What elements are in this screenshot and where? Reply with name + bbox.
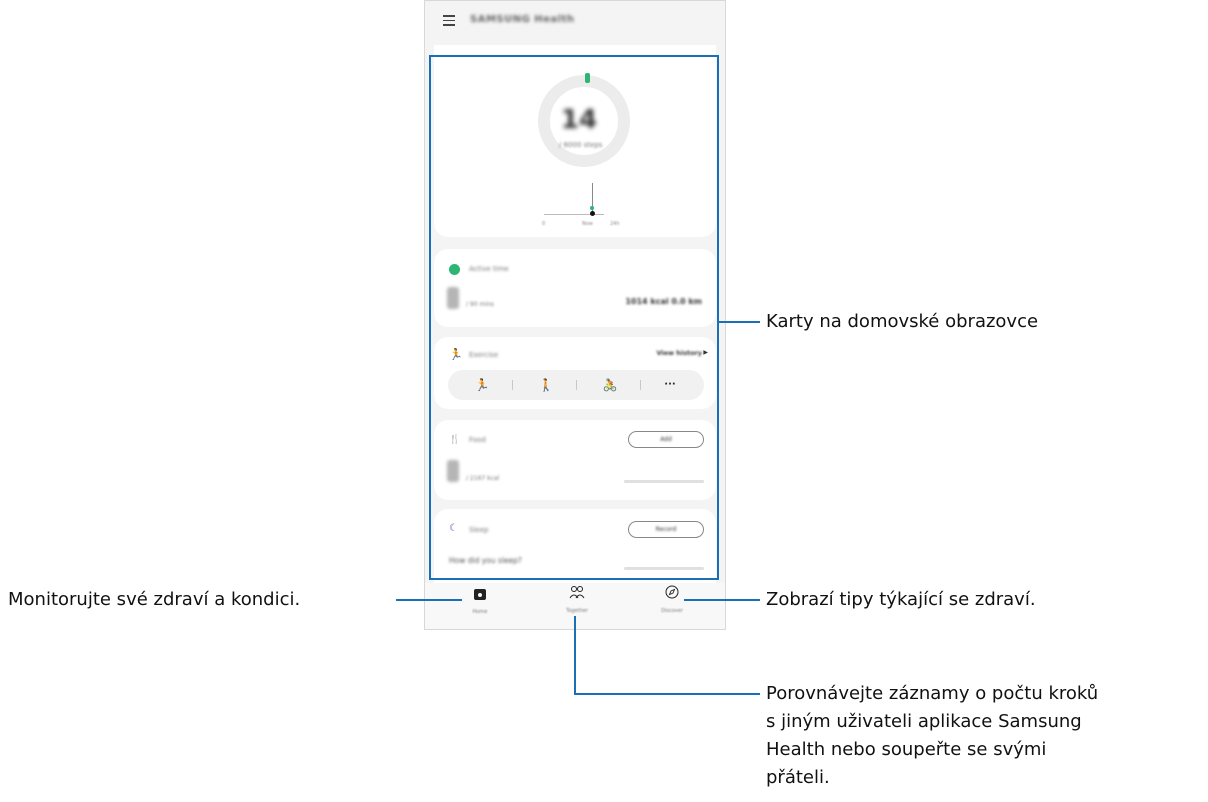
nav-together-label: Together — [566, 608, 588, 614]
home-icon — [474, 589, 486, 600]
callout-line-home — [396, 599, 462, 601]
menu-icon[interactable] — [443, 15, 455, 26]
callout-discover: Zobrazí tipy týkající se zdraví. — [766, 589, 1036, 610]
nav-together[interactable]: Together — [547, 585, 607, 614]
app-header: SAMSUNG Health — [425, 1, 725, 47]
cards-highlight-frame — [429, 55, 719, 580]
callout-cards: Karty na domovské obrazovce — [766, 311, 1039, 332]
callout-together-line-3: Health nebo soupeřte se svými — [766, 739, 1047, 760]
nav-discover-label: Discover — [661, 608, 683, 614]
callout-line-together-horizontal — [574, 693, 760, 695]
nav-home-label: Home — [472, 609, 488, 615]
compass-icon — [642, 585, 702, 605]
callout-line-cards — [719, 321, 760, 323]
callout-home: Monitorujte své zdraví a kondici. — [8, 589, 301, 610]
callout-together-line-1: Porovnávejte záznamy o počtu kroků — [766, 683, 1099, 704]
callout-line-discover — [684, 599, 760, 601]
callout-line-together-vertical — [574, 616, 576, 695]
people-icon — [547, 585, 607, 605]
callout-together-line-2: s jiným uživateli aplikace Samsung — [766, 711, 1082, 732]
app-title: SAMSUNG Health — [470, 14, 575, 25]
callout-together-line-4: přáteli. — [766, 767, 830, 788]
